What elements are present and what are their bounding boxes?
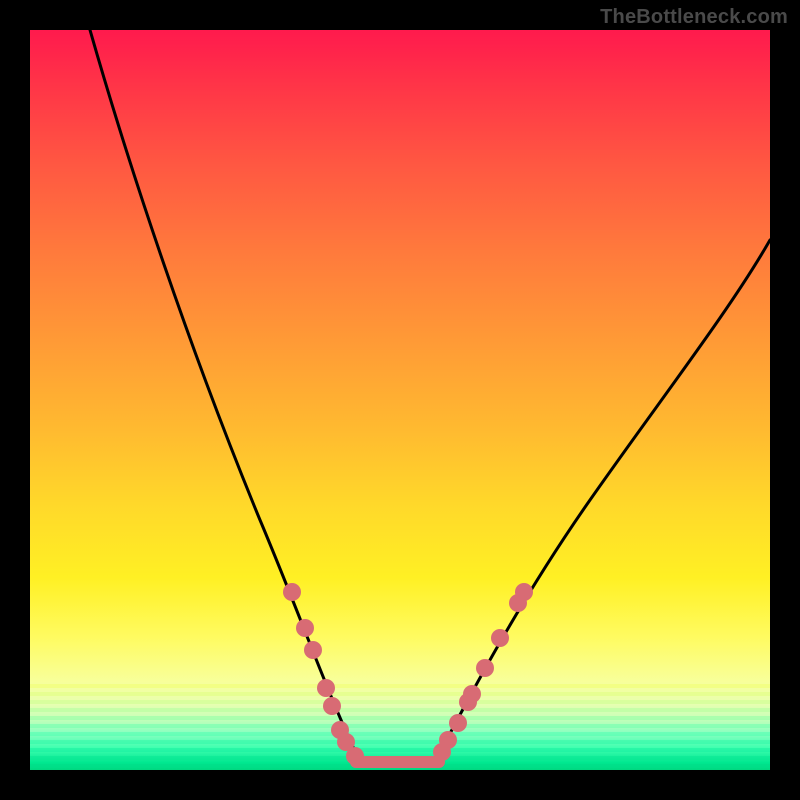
marker-dot [317, 679, 335, 697]
marker-dot [296, 619, 314, 637]
plot-area [30, 30, 770, 770]
marker-dot [491, 629, 509, 647]
marker-dot [476, 659, 494, 677]
marker-dot [283, 583, 301, 601]
marker-dot [515, 583, 533, 601]
curve-layer [30, 30, 770, 770]
watermark-text: TheBottleneck.com [600, 6, 788, 29]
marker-dot [439, 731, 457, 749]
marker-dot [346, 747, 364, 765]
chart-frame: TheBottleneck.com [0, 0, 800, 800]
marker-dot [304, 641, 322, 659]
marker-dot [449, 714, 467, 732]
marker-dot [463, 685, 481, 703]
marker-dot [323, 697, 341, 715]
right-curve [435, 240, 770, 762]
